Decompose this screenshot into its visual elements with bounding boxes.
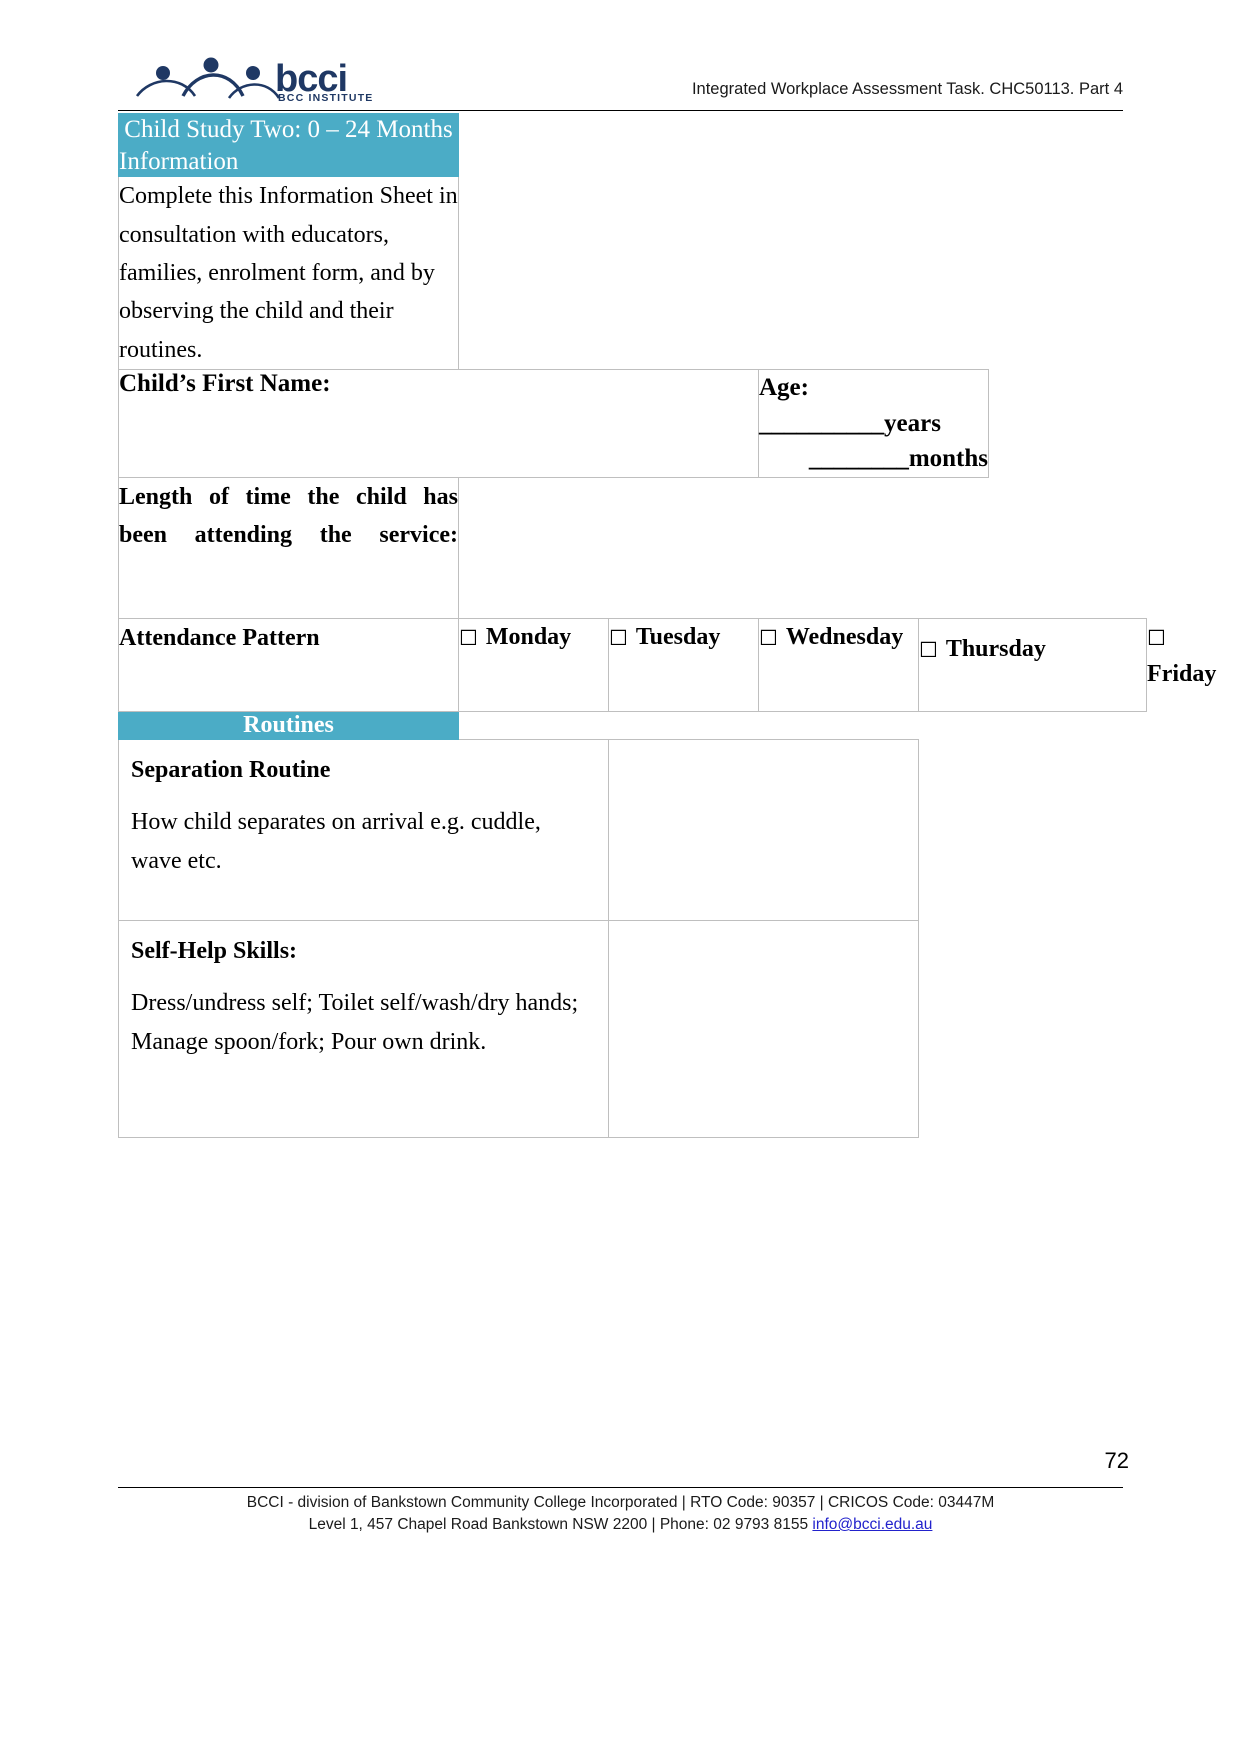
information-label: Information	[119, 147, 239, 175]
routines-label-spacer	[459, 711, 1147, 739]
information-label-cell: Information	[118, 146, 459, 178]
page-number: 72	[1104, 1448, 1129, 1473]
routines-label-cell: Routines	[118, 710, 459, 740]
table-row: Information	[118, 146, 1147, 178]
table-row: Separation Routine How child separates o…	[118, 738, 1147, 921]
table-row: Self-Help Skills: Dress/undress self; To…	[118, 919, 1147, 1138]
child-first-name-label: Child’s First Name:	[119, 370, 331, 398]
page-footer: BCCI - division of Bankstown Community C…	[118, 1492, 1123, 1536]
attendance-pattern-label: Attendance Pattern	[119, 624, 320, 651]
footer-email-link[interactable]: info@bcci.edu.au	[812, 1516, 932, 1533]
length-of-time-label: Length of time the child has been attend…	[119, 483, 458, 549]
attendance-day-thursday[interactable]: ☐ Thursday	[917, 617, 1148, 712]
length-of-time-answer[interactable]	[459, 477, 1147, 618]
day-label-thursday: Thursday	[945, 635, 1046, 662]
separation-routine-prompt-cell: Separation Routine How child separates o…	[118, 738, 609, 921]
section-title: Child Study Two: 0 – 24 Months	[124, 116, 453, 143]
self-help-skills-prompt-cell: Self-Help Skills: Dress/undress self; To…	[118, 919, 609, 1138]
separation-routine-description: How child separates on arrival e.g. cudd…	[131, 809, 541, 875]
self-help-skills-spacer	[919, 920, 1147, 1137]
table-row: Routines	[118, 710, 1147, 740]
day-label-wednesday: Wednesday	[785, 623, 904, 650]
footer-divider	[118, 1487, 1123, 1488]
information-label-spacer	[459, 147, 1147, 177]
age-months-label: ________months	[808, 445, 988, 473]
footer-address-text: Level 1, 457 Chapel Road Bankstown NSW 2…	[308, 1516, 813, 1533]
age-cell[interactable]: Age: __________years ________months	[758, 369, 989, 478]
checkbox-monday-icon[interactable]: ☐	[459, 622, 478, 655]
separation-routine-heading: Separation Routine	[131, 756, 331, 783]
routines-label: Routines	[243, 711, 334, 738]
section-title-spacer	[459, 114, 1147, 148]
table-row: Child’s First Name: Age: __________years…	[118, 369, 1147, 478]
svg-text:BCC INSTITUTE: BCC INSTITUTE	[278, 92, 374, 104]
checkbox-wednesday-icon[interactable]: ☐	[759, 622, 778, 655]
page-header: bcci BCC INSTITUTE Integrated Workplace …	[118, 55, 1123, 113]
self-help-skills-heading: Self-Help Skills:	[131, 937, 298, 964]
attendance-pattern-label-cell: Attendance Pattern	[118, 617, 459, 712]
attendance-day-tuesday[interactable]: ☐ Tuesday	[608, 617, 759, 712]
table-row: Child Study Two: 0 – 24 Months	[118, 113, 1147, 148]
day-label-monday: Monday	[485, 623, 572, 650]
table-row: Complete this Information Sheet in consu…	[118, 176, 1147, 371]
checkbox-tuesday-icon[interactable]: ☐	[609, 622, 628, 655]
self-help-skills-answer[interactable]	[608, 919, 919, 1138]
bcci-logo: bcci BCC INSTITUTE	[133, 55, 383, 105]
footer-line-1: BCCI - division of Bankstown Community C…	[246, 1494, 995, 1511]
table-row: Length of time the child has been attend…	[118, 476, 1147, 619]
table-row: Attendance Pattern ☐ Monday ☐ Tuesday ☐ Wed…	[118, 617, 1216, 712]
document-page: bcci BCC INSTITUTE Integrated Workplace …	[0, 0, 1241, 1754]
separation-routine-spacer	[919, 739, 1147, 920]
checkbox-friday-icon[interactable]: ☐	[1147, 622, 1166, 655]
separation-routine-answer[interactable]	[608, 738, 919, 921]
section-title-cell: Child Study Two: 0 – 24 Months	[118, 113, 459, 148]
footer-line-2: Level 1, 457 Chapel Road Bankstown NSW 2…	[118, 1514, 1123, 1536]
age-row-spacer	[989, 370, 1147, 478]
checkbox-thursday-icon[interactable]: ☐	[919, 634, 938, 667]
attendance-day-monday[interactable]: ☐ Monday	[458, 617, 609, 712]
self-help-skills-description: Dress/undress self; Toilet self/wash/dry…	[131, 990, 579, 1056]
information-body-blank[interactable]	[459, 177, 1147, 370]
day-label-friday: Friday	[1147, 660, 1217, 687]
header-divider	[118, 110, 1123, 111]
day-label-tuesday: Tuesday	[635, 623, 721, 650]
information-body-cell: Complete this Information Sheet in consu…	[118, 176, 459, 371]
child-first-name-cell[interactable]: Child’s First Name:	[118, 369, 759, 478]
length-of-time-cell: Length of time the child has been attend…	[118, 476, 459, 619]
information-body-text: Complete this Information Sheet in consu…	[119, 183, 458, 363]
header-title: Integrated Workplace Assessment Task. CH…	[691, 80, 1123, 98]
attendance-day-wednesday[interactable]: ☐ Wednesday	[758, 617, 919, 712]
child-study-table: Child Study Two: 0 – 24 Months Informati…	[118, 113, 1216, 1138]
age-years-label: Age: __________years	[759, 374, 941, 437]
